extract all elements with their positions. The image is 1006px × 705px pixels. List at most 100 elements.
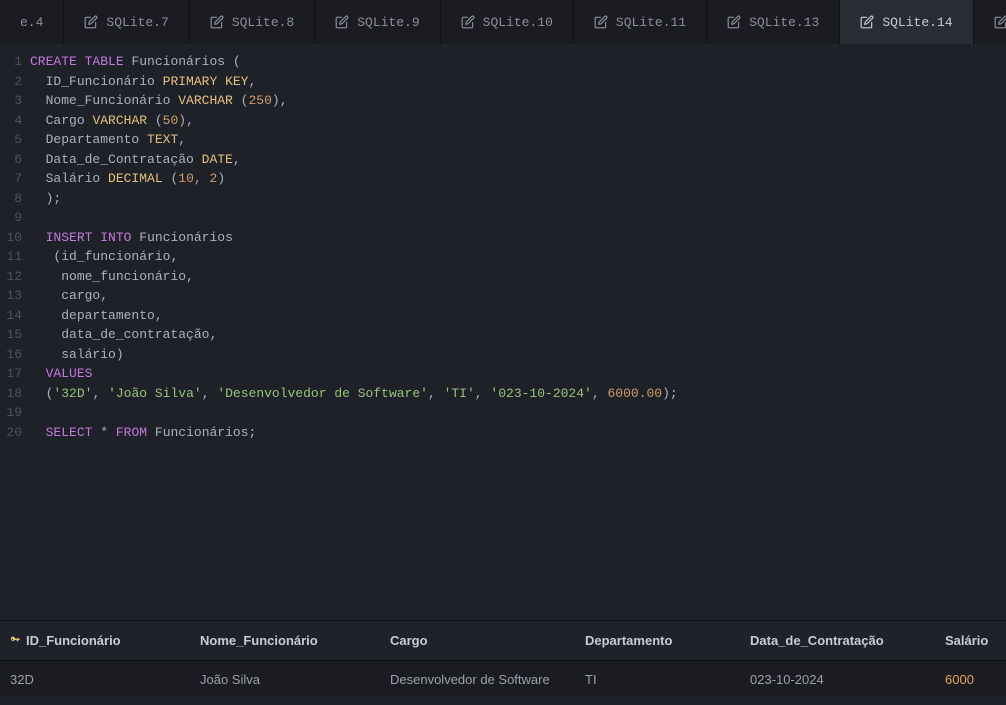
token-punc: , — [248, 74, 256, 89]
line-number: 5 — [0, 130, 22, 150]
tab-label: SQLite.10 — [483, 15, 553, 30]
cell-nome_funcionário[interactable]: João Silva — [190, 672, 380, 687]
code-line[interactable]: ID_Funcionário PRIMARY KEY, — [30, 72, 1006, 92]
token-punc: , — [194, 171, 202, 186]
tab-sqlite[interactable]: SQLite — [974, 0, 1006, 44]
edit-icon — [84, 15, 98, 29]
code-line[interactable]: cargo, — [30, 286, 1006, 306]
tab-sqlite-11[interactable]: SQLite.11 — [574, 0, 707, 44]
token-kw: CREATE — [30, 54, 77, 69]
code-line[interactable]: salário) — [30, 345, 1006, 365]
token-punc: ; — [670, 386, 678, 401]
code-line[interactable]: SELECT * FROM Funcionários; — [30, 423, 1006, 443]
column-header-data_de_contratação[interactable]: Data_de_Contratação — [740, 633, 935, 648]
cell-cargo[interactable]: Desenvolvedor de Software — [380, 672, 575, 687]
token-ident: Salário — [46, 171, 101, 186]
token-kw: TABLE — [85, 54, 124, 69]
code-line[interactable]: Data_de_Contratação DATE, — [30, 150, 1006, 170]
code-line[interactable]: Salário DECIMAL (10, 2) — [30, 169, 1006, 189]
token-num: 6000.00 — [607, 386, 662, 401]
code-line[interactable]: INSERT INTO Funcionários — [30, 228, 1006, 248]
token-type: PRIMARY — [163, 74, 218, 89]
cell-id_funcionário[interactable]: 32D — [0, 672, 190, 687]
table-row[interactable]: 32DJoão SilvaDesenvolvedor de SoftwareTI… — [0, 661, 1006, 697]
code-line[interactable]: (id_funcionário, — [30, 247, 1006, 267]
token-kw: SELECT — [46, 425, 93, 440]
tab-e-4[interactable]: e.4 — [0, 0, 64, 44]
column-header-departamento[interactable]: Departamento — [575, 633, 740, 648]
line-number: 16 — [0, 345, 22, 365]
token-punc: , — [592, 386, 600, 401]
code-line[interactable]: ); — [30, 189, 1006, 209]
code-line[interactable]: nome_funcionário, — [30, 267, 1006, 287]
edit-icon — [860, 15, 874, 29]
token-ident: id_funcionário — [61, 249, 170, 264]
column-header-salário[interactable]: Salário — [935, 633, 1005, 648]
line-number: 11 — [0, 247, 22, 267]
token-kw: FROM — [116, 425, 147, 440]
code-line[interactable] — [30, 208, 1006, 228]
token-punc: , — [170, 249, 178, 264]
token-ident: nome_funcionário — [61, 269, 186, 284]
sql-editor[interactable]: 1234567891011121314151617181920 CREATE T… — [0, 44, 1006, 620]
token-kw: VALUES — [46, 366, 93, 381]
code-line[interactable]: Cargo VARCHAR (50), — [30, 111, 1006, 131]
token-paren: ( — [233, 54, 241, 69]
token-num: 250 — [248, 93, 271, 108]
column-header-label: Nome_Funcionário — [200, 633, 318, 648]
tab-sqlite-13[interactable]: SQLite.13 — [707, 0, 840, 44]
line-gutter: 1234567891011121314151617181920 — [0, 52, 30, 620]
token-str: '32D' — [53, 386, 92, 401]
token-punc: , — [475, 386, 483, 401]
token-punc: , — [178, 132, 186, 147]
token-type: DECIMAL — [108, 171, 163, 186]
token-ident: Departamento — [46, 132, 140, 147]
column-header-label: ID_Funcionário — [26, 633, 121, 648]
column-header-id_funcionário[interactable]: ID_Funcionário — [0, 633, 190, 648]
tab-sqlite-7[interactable]: SQLite.7 — [64, 0, 189, 44]
line-number: 14 — [0, 306, 22, 326]
code-line[interactable]: Departamento TEXT, — [30, 130, 1006, 150]
token-ident: salário — [61, 347, 116, 362]
line-number: 4 — [0, 111, 22, 131]
token-num: 50 — [163, 113, 179, 128]
tab-label: SQLite.13 — [749, 15, 819, 30]
code-line[interactable]: ('32D', 'João Silva', 'Desenvolvedor de … — [30, 384, 1006, 404]
line-number: 2 — [0, 72, 22, 92]
line-number: 18 — [0, 384, 22, 404]
tab-sqlite-8[interactable]: SQLite.8 — [190, 0, 315, 44]
token-punc: , — [155, 308, 163, 323]
cell-data_de_contratação[interactable]: 023-10-2024 — [740, 672, 935, 687]
line-number: 6 — [0, 150, 22, 170]
line-number: 17 — [0, 364, 22, 384]
column-header-label: Salário — [945, 633, 988, 648]
cell-salário[interactable]: 6000 — [935, 672, 1005, 687]
tab-label: SQLite.11 — [616, 15, 686, 30]
token-type: VARCHAR — [92, 113, 147, 128]
code-line[interactable]: VALUES — [30, 364, 1006, 384]
code-line[interactable]: departamento, — [30, 306, 1006, 326]
tab-sqlite-14[interactable]: SQLite.14 — [840, 0, 973, 44]
column-header-nome_funcionário[interactable]: Nome_Funcionário — [190, 633, 380, 648]
code-line[interactable]: CREATE TABLE Funcionários ( — [30, 52, 1006, 72]
code-line[interactable]: data_de_contratação, — [30, 325, 1006, 345]
tab-label: SQLite.8 — [232, 15, 294, 30]
cell-departamento[interactable]: TI — [575, 672, 740, 687]
results-panel: ID_Funcionário Nome_Funcionário CargoDepar… — [0, 620, 1006, 697]
line-number: 20 — [0, 423, 22, 443]
code-area[interactable]: CREATE TABLE Funcionários ( ID_Funcionár… — [30, 52, 1006, 620]
token-punc: , — [202, 386, 210, 401]
token-punc: ; — [53, 191, 61, 206]
token-ident: Funcionários — [155, 425, 249, 440]
token-paren: ) — [217, 171, 225, 186]
tab-sqlite-9[interactable]: SQLite.9 — [315, 0, 440, 44]
column-header-cargo[interactable]: Cargo — [380, 633, 575, 648]
code-line[interactable] — [30, 403, 1006, 423]
tab-sqlite-10[interactable]: SQLite.10 — [441, 0, 574, 44]
code-line[interactable]: Nome_Funcionário VARCHAR (250), — [30, 91, 1006, 111]
token-ident: cargo — [61, 288, 100, 303]
token-ident: data_de_contratação — [61, 327, 209, 342]
token-punc: , — [100, 288, 108, 303]
token-str: 'TI' — [444, 386, 475, 401]
token-punc: , — [280, 93, 288, 108]
